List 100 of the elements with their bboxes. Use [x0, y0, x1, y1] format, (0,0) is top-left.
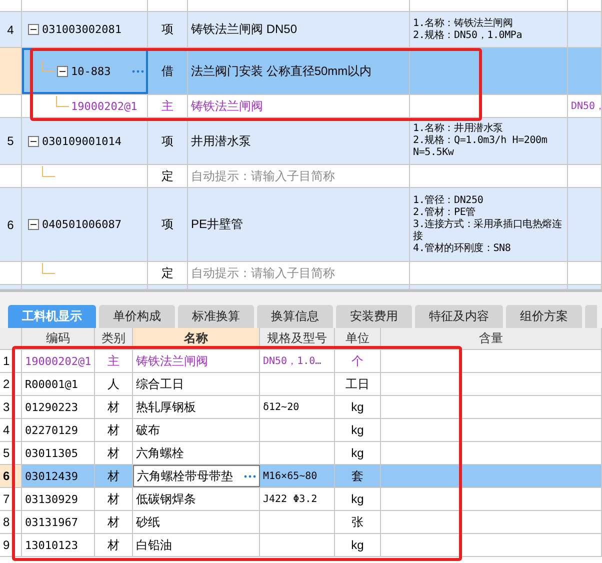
column-header[interactable]: 含量: [381, 328, 602, 349]
panel-tab[interactable]: 安装费用: [336, 305, 412, 328]
item-type: 借: [162, 62, 174, 80]
resource-unit: kg: [351, 423, 364, 437]
row-number: 9: [3, 538, 10, 552]
resource-name: 综合工日: [136, 376, 184, 392]
resource-type: 材: [108, 514, 120, 530]
panel-tab[interactable]: 单价构成: [99, 305, 175, 328]
item-type: 定: [162, 168, 174, 184]
item-code: 10-883: [71, 64, 111, 78]
column-header[interactable]: 编码: [22, 328, 95, 349]
table-row[interactable]: 6 03012439 材 六角螺栓带母带垫 M16×65~80 套: [0, 465, 602, 488]
item-name: 井用潜水泵: [191, 132, 251, 150]
feature-line: N=5.5Kw: [413, 147, 454, 159]
resource-spec: J422 Φ3.2: [263, 494, 318, 504]
resource-name: 热轧厚钢板: [136, 398, 196, 416]
column-header[interactable]: 单位: [335, 328, 381, 349]
panel-tab[interactable]: 换算信息: [257, 305, 333, 328]
feature-line: 2.规格：DN50，1.0MPa: [413, 30, 522, 42]
resource-type: 人: [108, 376, 120, 392]
resource-type: 材: [108, 444, 120, 462]
resource-name: 破布: [136, 422, 160, 438]
resource-code: 03130929: [25, 492, 78, 506]
feature-line: 1.管径：DN250: [413, 194, 484, 206]
resource-unit: kg: [351, 400, 364, 414]
name-edit-field[interactable]: 六角螺栓带母带垫: [133, 465, 260, 487]
resource-code: 13010123: [25, 538, 78, 552]
resource-type: 材: [108, 398, 120, 416]
collapse-icon[interactable]: [28, 136, 39, 146]
resource-type: 材: [108, 536, 120, 554]
panel-tab[interactable]: 组价方案: [506, 305, 582, 328]
resource-name: 铸铁法兰闸阀: [136, 352, 208, 370]
table-row[interactable]: 3 01290223 材 热轧厚钢板 δ12~20 kg: [0, 396, 602, 419]
resource-code: 03012439: [25, 470, 78, 482]
row-number: 8: [3, 515, 10, 529]
table-row[interactable]: 1 19000202@1 主 铸铁法兰闸阀 DN50，1.0… 个: [0, 350, 602, 373]
item-code: 030109001014: [42, 134, 122, 148]
item-code: 19000202@1: [71, 100, 138, 112]
resource-unit: 个: [352, 352, 364, 370]
item-type: 项: [162, 216, 174, 233]
item-name: PE井壁管: [191, 216, 244, 233]
name-placeholder: 自动提示：请输入子目简称: [191, 168, 335, 184]
table-row[interactable]: 2 R00001@1 人 综合工日 工日: [0, 373, 602, 396]
resource-unit: kg: [351, 538, 364, 552]
table-row[interactable]: 5 030109001014 项 井用潜水泵 1.名称：井用潜水泵 2.规格：Q=1.0m3/h H=200m N=5.5Kw: [0, 118, 602, 165]
item-type: 主: [162, 98, 174, 114]
feature-line: 1.名称：铸铁法兰闸阀: [413, 18, 513, 30]
row-number: 7: [3, 492, 10, 506]
resource-code: 02270129: [25, 424, 78, 436]
resource-type: 主: [108, 352, 120, 370]
tree-connector: [56, 96, 69, 106]
resource-unit: 工日: [346, 376, 370, 392]
collapse-icon[interactable]: [57, 66, 68, 76]
resource-code: 19000202@1: [25, 354, 92, 368]
table-row[interactable]: 8 03131967 材 砂纸 张: [0, 511, 602, 534]
tree-connector: [42, 262, 55, 274]
row-number: 5: [7, 134, 14, 148]
resource-code: 03011305: [25, 446, 78, 460]
resource-code: R00001@1: [25, 378, 78, 390]
table-row[interactable]: 4 02270129 材 破布 kg: [0, 419, 602, 442]
row-number: 3: [3, 400, 10, 414]
collapse-icon[interactable]: [28, 219, 39, 230]
table-row[interactable]: 6 040501006087 项 PE井壁管 1.管径：DN250 2.管材：PE管 3.连接方式：采用承插口电热熔连接 4.管材的环刚度：SN8: [0, 188, 602, 262]
item-code: 031003002081: [42, 23, 122, 36]
table-row[interactable]: 4 031003002081 项 铸铁法兰闸阀 DN50 1.名称：铸铁法兰闸阀 2.规格：DN50，1.0MPa: [0, 12, 602, 48]
tree-connector: [42, 166, 55, 176]
name-placeholder: 自动提示：请输入子目简称: [191, 264, 335, 282]
feature-line: 2.规格：Q=1.0m3/h H=200m: [413, 135, 548, 147]
table-row[interactable]: 10-883 借 法兰阀门安装 公称直径50mm以内: [0, 48, 602, 95]
table-row[interactable]: 9 13010123 材 白铅油 kg: [0, 534, 602, 557]
resource-name: 砂纸: [136, 514, 160, 530]
item-type: 项: [162, 21, 174, 38]
table-row[interactable]: 7 03130929 材 低碳钢焊条 J422 Φ3.2 kg: [0, 488, 602, 511]
row-number: 1: [3, 354, 10, 368]
resource-type: 材: [108, 468, 120, 484]
column-header[interactable]: 规格及型号: [260, 328, 335, 349]
resource-name: 白铅油: [136, 536, 172, 554]
collapse-icon[interactable]: [28, 24, 39, 35]
item-name: 铸铁法兰闸阀 DN50: [191, 21, 298, 38]
resource-unit: 套: [352, 468, 364, 484]
feature-line: 4.管材的环刚度：SN8: [413, 242, 511, 254]
row-number: 4: [7, 22, 14, 36]
resource-spec: δ12~20: [263, 402, 300, 412]
ellipsis-icon[interactable]: [132, 70, 144, 72]
item-name: 铸铁法兰闸阀: [191, 98, 263, 114]
row-number: 6: [3, 469, 10, 483]
resource-code: 03131967: [25, 516, 78, 528]
panel-tab[interactable]: 标准换算: [178, 305, 254, 328]
row-number: 5: [3, 446, 10, 460]
feature-line: 1.名称：井用潜水泵: [413, 123, 504, 134]
resource-code: 01290223: [25, 400, 78, 414]
feature-line: 2.管材：PE管: [413, 206, 476, 218]
item-type: 项: [162, 132, 174, 150]
feature-line: 3.连接方式：采用承插口电热熔连接: [413, 218, 563, 242]
ellipsis-icon[interactable]: [244, 474, 256, 478]
tree-connector: [42, 60, 55, 72]
resource-spec: DN50，1.0…: [263, 355, 322, 368]
row-number: 6: [7, 218, 14, 232]
resource-name: 低碳钢焊条: [136, 490, 196, 508]
panel-tab[interactable]: 特征及内容: [415, 305, 503, 328]
